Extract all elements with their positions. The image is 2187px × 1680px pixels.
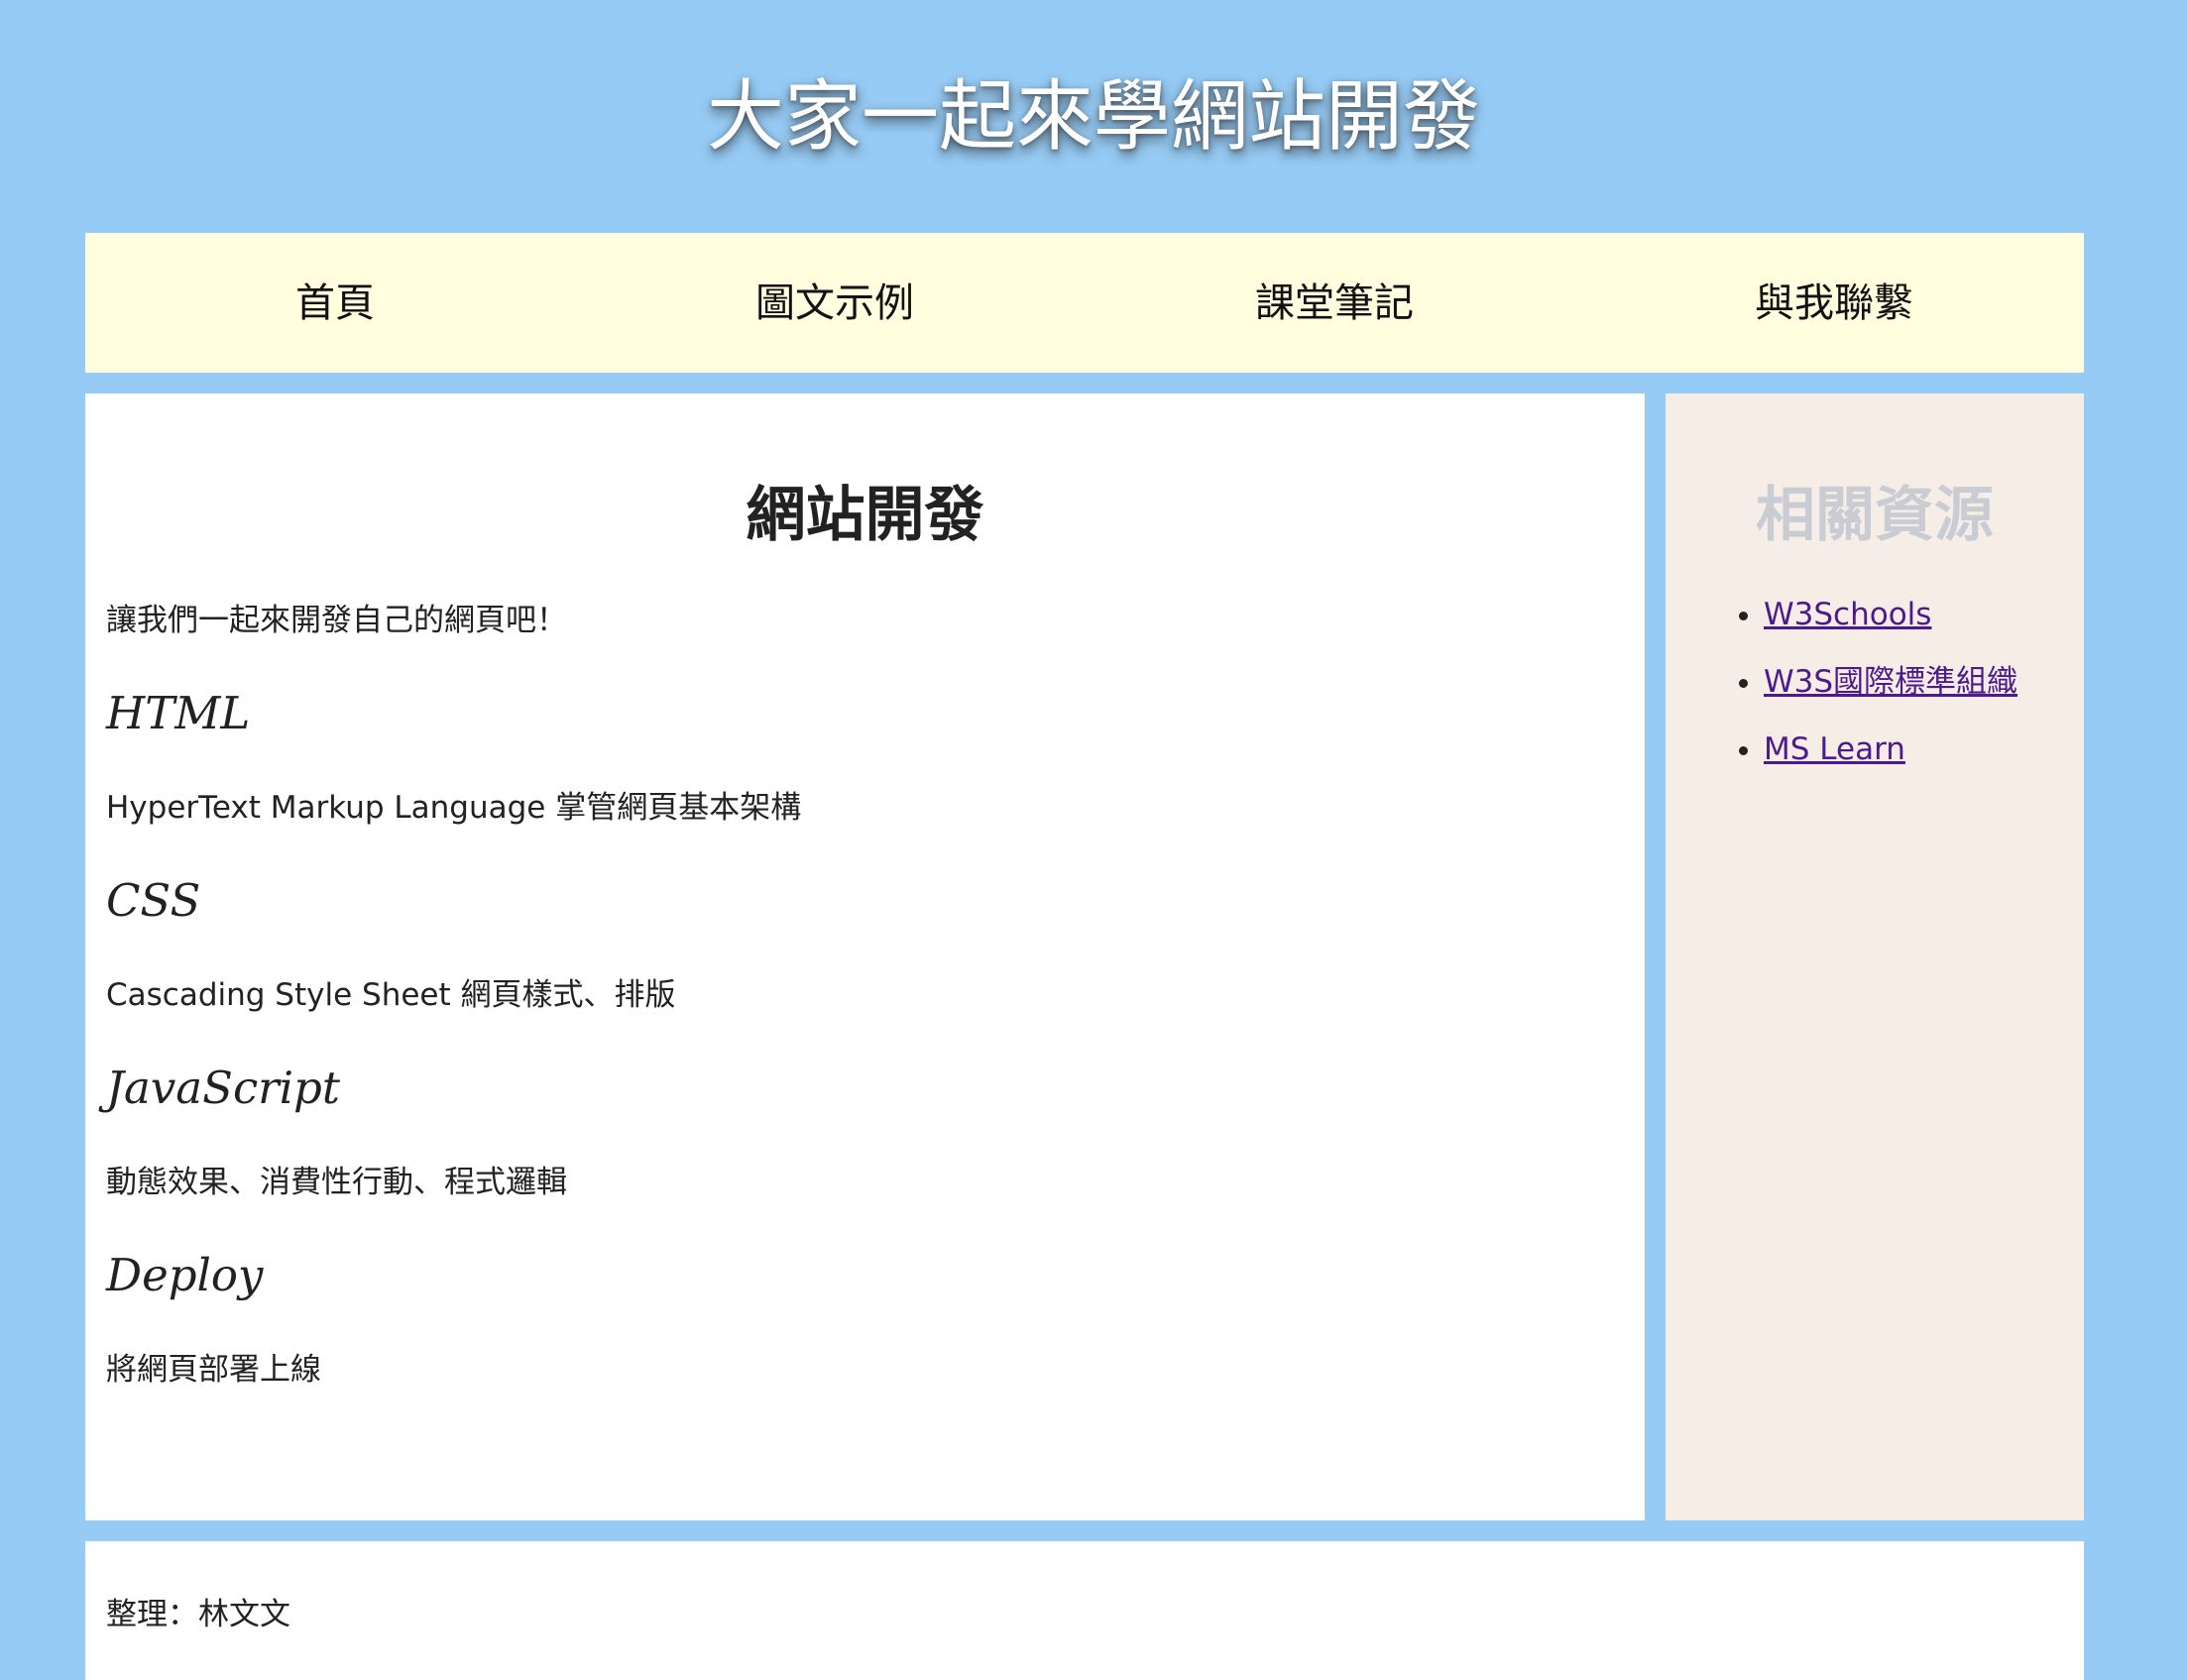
nav-item-notes[interactable]: 課堂筆記: [1085, 274, 1584, 333]
link-w3schools[interactable]: W3Schools: [1764, 597, 1931, 632]
site-footer: 整理：林文文: [85, 1541, 2084, 1680]
nav-item-home[interactable]: 首頁: [85, 274, 585, 333]
section-text-css: Cascading Style Sheet 網頁樣式、排版: [106, 977, 676, 1013]
list-item: W3Schools: [1764, 593, 2084, 636]
section-heading-deploy: Deploy: [106, 1249, 264, 1301]
section-text-html: HyperText Markup Language 掌管網頁基本架構: [106, 790, 802, 826]
section-heading-html: HTML: [106, 687, 251, 739]
main-content: 網站開發 讓我們一起來開發自己的網頁吧！ HTML HyperText Mark…: [85, 393, 1645, 1520]
resources-list: W3Schools W3S國際標準組織 MS Learn: [1666, 593, 2084, 771]
nav-item-examples[interactable]: 圖文示例: [585, 274, 1085, 333]
site-header: 大家一起來學網站開發: [0, 0, 2187, 233]
site-title: 大家一起來學網站開發: [706, 72, 1480, 162]
main-nav: 首頁 圖文示例 課堂筆記 與我聯繫: [85, 233, 2084, 373]
section-text-javascript: 動態效果、消費性行動、程式邏輯: [106, 1165, 567, 1200]
section-heading-css: CSS: [106, 874, 201, 927]
nav-item-contact[interactable]: 與我聯繫: [1584, 274, 2084, 333]
resources-title: 相關資源: [1756, 481, 1994, 550]
footer-credit: 整理：林文文: [106, 1597, 290, 1632]
main-title: 網站開發: [746, 481, 984, 550]
list-item: MS Learn: [1764, 728, 2084, 771]
resources-sidebar: 相關資源 W3Schools W3S國際標準組織 MS Learn: [1666, 393, 2084, 1520]
intro-text: 讓我們一起來開發自己的網頁吧！: [106, 603, 567, 638]
section-text-deploy: 將網頁部署上線: [106, 1352, 321, 1388]
link-ms-learn[interactable]: MS Learn: [1764, 731, 1905, 767]
section-heading-javascript: JavaScript: [106, 1062, 340, 1114]
link-w3c[interactable]: W3S國際標準組織: [1764, 664, 2017, 700]
list-item: W3S國際標準組織: [1764, 660, 2084, 704]
